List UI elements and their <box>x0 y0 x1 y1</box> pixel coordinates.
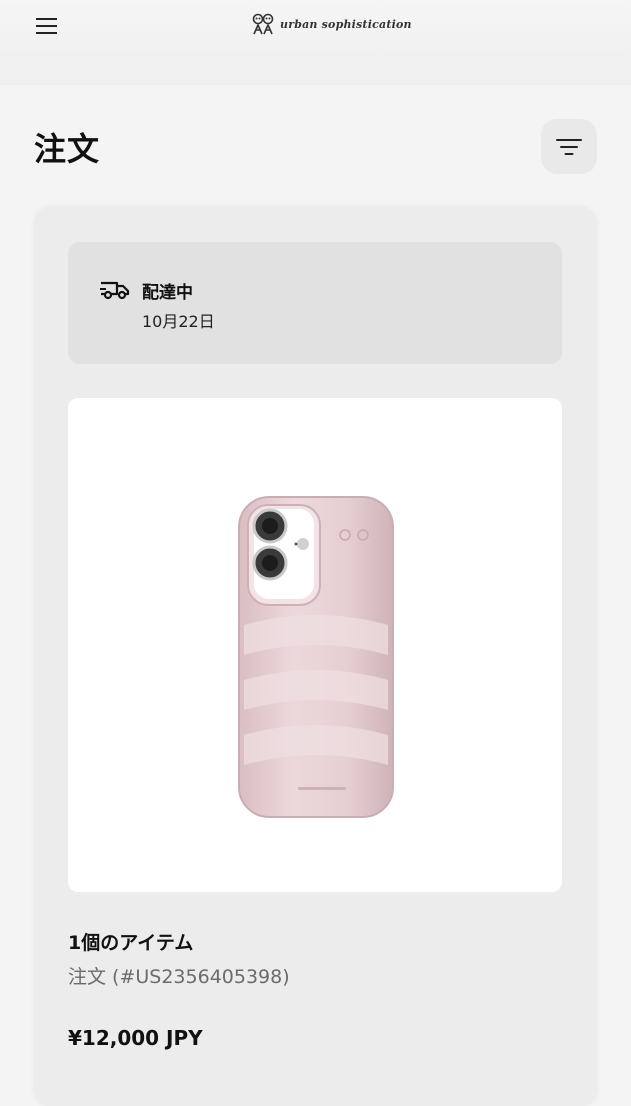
filter-button[interactable] <box>541 119 597 174</box>
order-card[interactable]: 配達中 10月22日 1個のアイテム 注文 (#US2356405398) ¥1… <box>34 206 597 1106</box>
order-price: ¥12,000 JPY <box>68 1026 203 1050</box>
top-navigation-bar: urban sophistication <box>0 0 631 85</box>
page-title: 注文 <box>34 130 101 168</box>
delivery-status: 配達中 10月22日 <box>68 242 562 364</box>
brand-name: urban sophistication <box>280 17 412 31</box>
status-label: 配達中 <box>142 283 193 303</box>
phone-case-image <box>238 496 394 818</box>
status-date: 10月22日 <box>142 312 215 331</box>
brand-logo[interactable]: urban sophistication <box>252 12 412 36</box>
menu-button[interactable] <box>30 12 64 40</box>
brand-logo-icon <box>252 13 274 35</box>
hamburger-menu-icon <box>36 18 57 34</box>
product-image-tile[interactable] <box>68 398 562 892</box>
items-count: 1個のアイテム <box>68 932 194 954</box>
filter-icon <box>556 138 582 155</box>
order-number: 注文 (#US2356405398) <box>68 966 290 988</box>
delivery-truck-icon <box>100 281 130 300</box>
